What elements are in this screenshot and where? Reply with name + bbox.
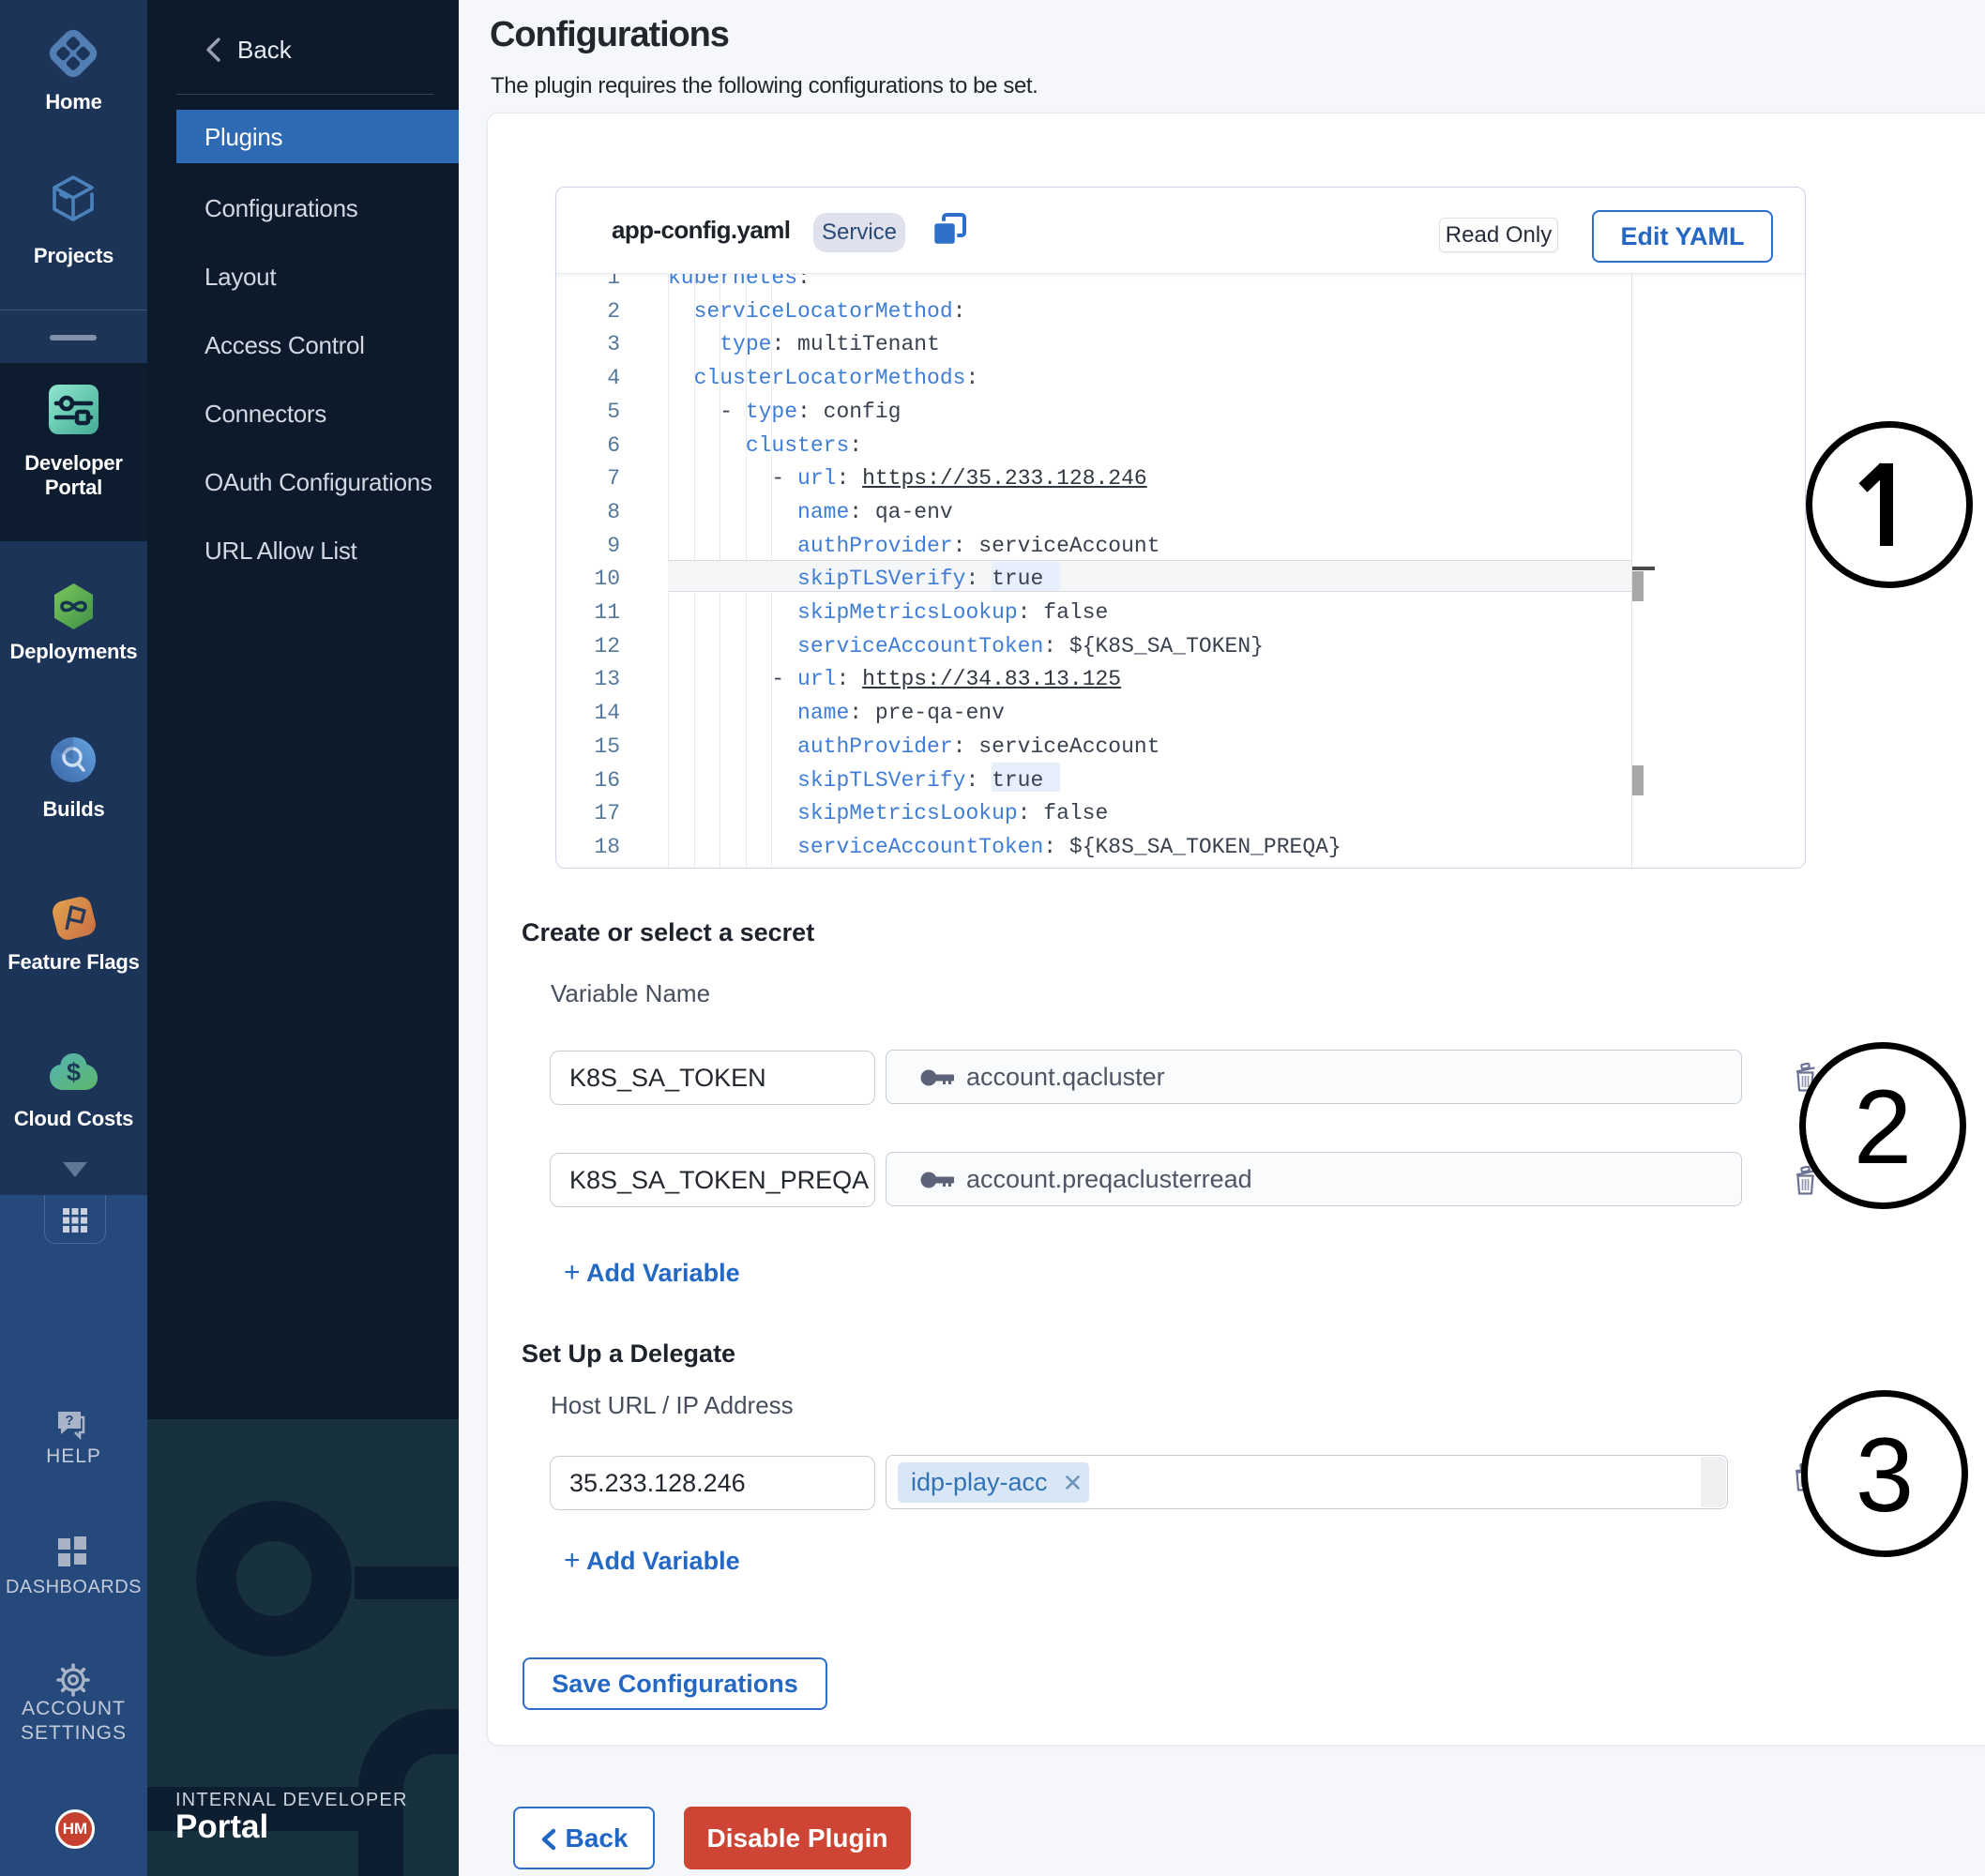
svg-text:$: $: [67, 1058, 81, 1086]
svg-text:?: ?: [65, 1413, 73, 1429]
